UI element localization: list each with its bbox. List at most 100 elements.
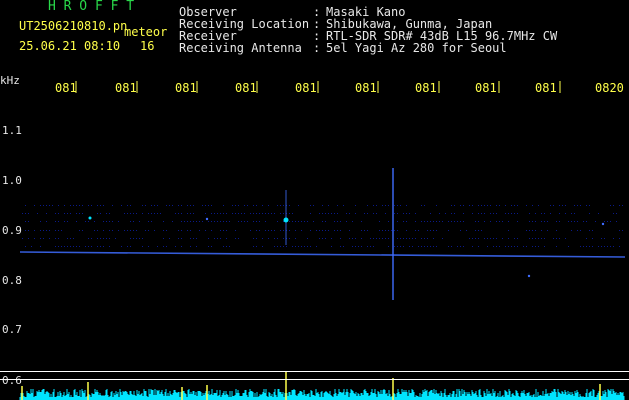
noise-dot: [154, 205, 155, 206]
noise-dot: [472, 213, 473, 214]
noise-dot: [352, 246, 353, 247]
noise-dot: [25, 221, 26, 222]
noise-dot: [532, 246, 533, 247]
noise-dot: [289, 221, 290, 222]
noise-dot: [250, 213, 251, 214]
noise-dot: [526, 246, 527, 247]
noise-dot: [367, 230, 368, 231]
noise-dot: [430, 221, 431, 222]
noise-dot: [541, 213, 542, 214]
noise-dot: [88, 246, 89, 247]
noise-dot: [436, 246, 437, 247]
noise-dot: [328, 230, 329, 231]
noise-dot: [580, 205, 581, 206]
noise-dot: [166, 230, 167, 231]
noise-dot: [154, 230, 155, 231]
noise-dot: [451, 213, 452, 214]
noise-dot: [508, 230, 509, 231]
noise-dot: [493, 213, 494, 214]
noise-dot: [190, 205, 191, 206]
noise-dot: [514, 213, 515, 214]
noise-dot: [115, 238, 116, 239]
noise-dot: [292, 246, 293, 247]
noise-dot: [187, 205, 188, 206]
noise-dot: [211, 213, 212, 214]
noise-dot: [544, 246, 545, 247]
noise-dot: [376, 205, 377, 206]
noise-dot: [166, 246, 167, 247]
noise-dot: [49, 230, 50, 231]
noise-dot: [301, 246, 302, 247]
noise-dot: [109, 230, 110, 231]
noise-dot: [178, 205, 179, 206]
noise-dot: [541, 221, 542, 222]
noise-dot: [307, 246, 308, 247]
noise-dot: [238, 205, 239, 206]
noise-dot: [343, 205, 344, 206]
noise-dot: [142, 213, 143, 214]
noise-dot: [445, 213, 446, 214]
noise-dot: [505, 246, 506, 247]
noise-dot: [463, 205, 464, 206]
noise-dot: [160, 213, 161, 214]
noise-dot: [67, 221, 68, 222]
noise-dot: [106, 213, 107, 214]
noise-dot: [451, 246, 452, 247]
noise-dot: [34, 238, 35, 239]
noise-dot: [421, 238, 422, 239]
noise-dot: [436, 221, 437, 222]
noise-dot: [28, 221, 29, 222]
noise-dot: [550, 213, 551, 214]
noise-dot: [28, 238, 29, 239]
noise-dot: [583, 221, 584, 222]
noise-dot: [223, 221, 224, 222]
noise-dot: [328, 213, 329, 214]
noise-dot: [604, 246, 605, 247]
noise-dot: [442, 238, 443, 239]
noise-dot: [487, 238, 488, 239]
noise-dot: [469, 238, 470, 239]
noise-dot: [277, 205, 278, 206]
noise-dot: [622, 205, 623, 206]
noise-dot: [205, 230, 206, 231]
noise-dot: [193, 221, 194, 222]
noise-dot: [124, 213, 125, 214]
noise-dot: [400, 246, 401, 247]
noise-dot: [322, 205, 323, 206]
noise-dot: [400, 238, 401, 239]
noise-dot: [148, 213, 149, 214]
noise-dot: [373, 205, 374, 206]
noise-dot: [337, 221, 338, 222]
noise-dot: [496, 221, 497, 222]
noise-dot: [124, 230, 125, 231]
noise-dot: [214, 213, 215, 214]
noise-dot: [235, 238, 236, 239]
noise-dot: [226, 246, 227, 247]
noise-dot: [235, 230, 236, 231]
noise-dot: [499, 221, 500, 222]
noise-dot: [430, 246, 431, 247]
noise-dot: [361, 238, 362, 239]
noise-dot: [112, 205, 113, 206]
noise-dot: [475, 221, 476, 222]
noise-dot: [232, 205, 233, 206]
noise-dot: [346, 221, 347, 222]
noise-dot: [130, 238, 131, 239]
noise-dot: [481, 230, 482, 231]
noise-dot: [487, 246, 488, 247]
noise-dot: [103, 205, 104, 206]
noise-dot: [475, 230, 476, 231]
noise-dot: [121, 205, 122, 206]
noise-dot: [535, 230, 536, 231]
noise-dot: [610, 221, 611, 222]
noise-dot: [217, 238, 218, 239]
noise-dot: [247, 205, 248, 206]
noise-dot: [220, 221, 221, 222]
noise-dot: [253, 205, 254, 206]
noise-dot: [412, 238, 413, 239]
noise-dot: [430, 213, 431, 214]
noise-dot: [148, 221, 149, 222]
noise-dot: [334, 213, 335, 214]
noise-dot: [484, 213, 485, 214]
noise-dot: [406, 213, 407, 214]
